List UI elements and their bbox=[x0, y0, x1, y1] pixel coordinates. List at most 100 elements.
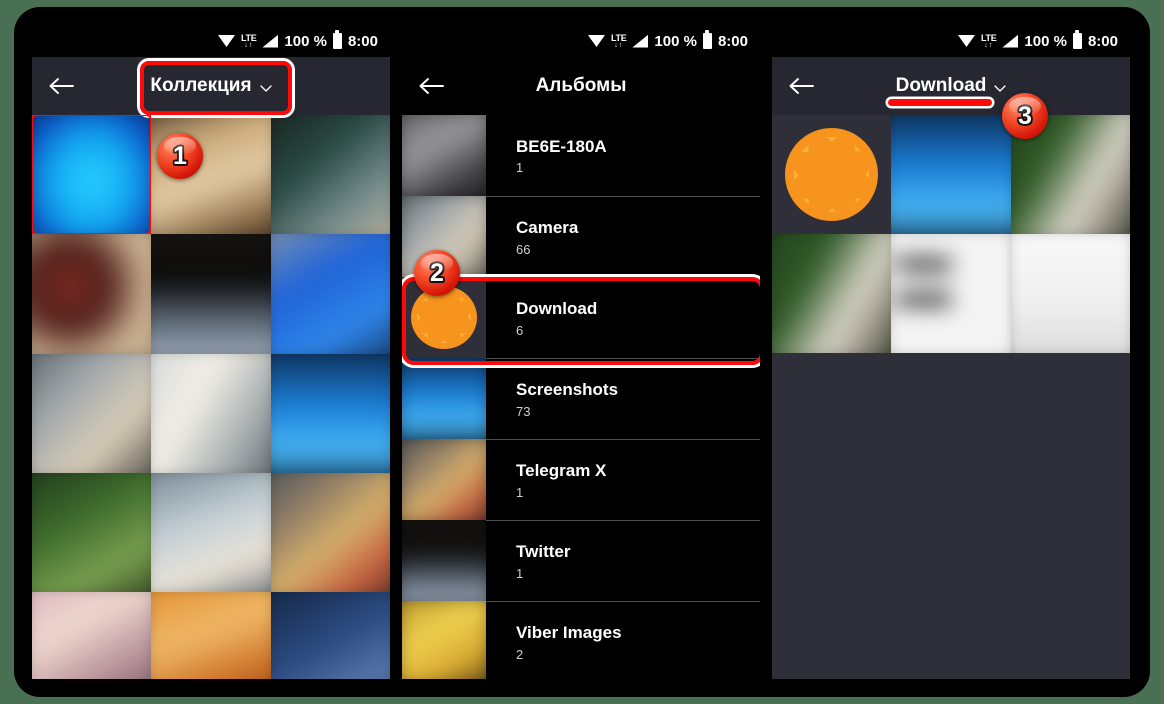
album-info: Telegram X 1 bbox=[486, 439, 760, 520]
album-name: Twitter bbox=[516, 542, 571, 562]
albums-title: Альбомы bbox=[460, 75, 760, 97]
album-name: Telegram X bbox=[516, 461, 607, 481]
photo-thumbnail[interactable] bbox=[270, 353, 390, 474]
photo-thumbnail[interactable] bbox=[32, 353, 152, 474]
photo-thumbnail[interactable] bbox=[151, 473, 271, 593]
title-underline-annotation bbox=[888, 99, 992, 106]
lte-icon: LTE ↓↑ bbox=[241, 33, 257, 49]
album-thumbnail bbox=[402, 115, 486, 196]
album-count: 1 bbox=[516, 160, 524, 176]
battery-percent: 100 % bbox=[1024, 32, 1067, 50]
photo-thumbnail[interactable] bbox=[32, 234, 152, 354]
empty-area bbox=[772, 353, 1130, 679]
album-count: 66 bbox=[516, 241, 531, 257]
album-list: BE6E-180A 1 Camera 66 Download 6 Screens… bbox=[402, 115, 760, 679]
wifi-icon bbox=[957, 35, 975, 47]
photo-thumbnail[interactable] bbox=[270, 234, 390, 354]
status-bar: LTE ↓↑ 100 % 8:00 bbox=[32, 25, 390, 57]
photo-thumbnail[interactable] bbox=[151, 592, 271, 679]
download-title-button[interactable]: Download bbox=[830, 75, 1130, 97]
album-info: Download 6 bbox=[486, 277, 760, 358]
album-name: Camera bbox=[516, 218, 579, 238]
back-arrow-icon bbox=[49, 78, 74, 94]
photo-thumbnail[interactable] bbox=[891, 115, 1011, 235]
photo-thumbnail[interactable] bbox=[151, 234, 271, 354]
album-info: Twitter 1 bbox=[486, 520, 760, 601]
panel-collection: LTE ↓↑ 100 % 8:00 Коллекция 1 bbox=[32, 25, 390, 679]
signal-icon bbox=[1002, 34, 1019, 48]
album-thumbnail bbox=[402, 520, 486, 601]
lte-icon: LTE ↓↑ bbox=[981, 33, 997, 49]
photo-thumbnail[interactable] bbox=[270, 592, 390, 679]
battery-icon bbox=[1072, 30, 1082, 49]
photo-thumbnail[interactable] bbox=[270, 473, 390, 593]
album-count: 1 bbox=[516, 565, 524, 581]
album-count: 2 bbox=[516, 646, 524, 662]
back-button[interactable] bbox=[402, 57, 460, 115]
panel-download: LTE ↓↑ 100 % 8:00 Download 3 bbox=[772, 25, 1130, 679]
appbar-download: Download bbox=[772, 57, 1130, 115]
album-count: 1 bbox=[516, 484, 524, 500]
lte-arrows: ↓↑ bbox=[614, 41, 624, 49]
back-arrow-icon bbox=[419, 78, 444, 94]
lte-arrows: ↓↑ bbox=[984, 41, 994, 49]
album-info: Camera 66 bbox=[486, 196, 760, 277]
signal-icon bbox=[262, 34, 279, 48]
screenshot-panels: LTE ↓↑ 100 % 8:00 Коллекция 1 LTE ↓↑ 100… bbox=[32, 25, 1132, 679]
photo-image bbox=[32, 115, 152, 235]
album-name: BE6E-180A bbox=[516, 136, 607, 156]
album-thumbnail bbox=[402, 358, 486, 439]
step-badge-3: 3 bbox=[1002, 93, 1048, 139]
photo-thumbnail[interactable] bbox=[270, 115, 390, 235]
lte-icon: LTE ↓↑ bbox=[611, 33, 627, 49]
signal-icon bbox=[632, 34, 649, 48]
status-bar: LTE ↓↑ 100 % 8:00 bbox=[772, 25, 1130, 57]
album-row-twitter[interactable]: Twitter 1 bbox=[402, 520, 760, 601]
wifi-icon bbox=[587, 35, 605, 47]
album-row-telegram-x[interactable]: Telegram X 1 bbox=[402, 439, 760, 520]
collection-title-button[interactable]: Коллекция bbox=[90, 75, 390, 97]
album-info: Screenshots 73 bbox=[486, 358, 760, 439]
album-thumbnail bbox=[402, 601, 486, 679]
appbar-albums: Альбомы bbox=[402, 57, 760, 115]
battery-percent: 100 % bbox=[284, 32, 327, 50]
status-bar: LTE ↓↑ 100 % 8:00 bbox=[402, 25, 760, 57]
album-row-be6e-180a[interactable]: BE6E-180A 1 bbox=[402, 115, 760, 196]
photo-grid-collection bbox=[32, 115, 390, 679]
lte-arrows: ↓↑ bbox=[244, 41, 254, 49]
album-row-viber-images[interactable]: Viber Images 2 bbox=[402, 601, 760, 679]
album-name: Viber Images bbox=[516, 623, 622, 643]
photo-thumbnail-selected[interactable] bbox=[32, 115, 152, 235]
step-badge-1: 1 bbox=[157, 133, 203, 179]
back-arrow-icon bbox=[789, 78, 814, 94]
battery-icon bbox=[332, 30, 342, 49]
back-button[interactable] bbox=[772, 57, 830, 115]
photo-thumbnail[interactable] bbox=[891, 234, 1011, 354]
wifi-icon bbox=[217, 35, 235, 47]
photo-thumbnail[interactable] bbox=[151, 353, 271, 474]
battery-icon bbox=[702, 30, 712, 49]
chevron-down-icon bbox=[259, 84, 272, 92]
status-clock: 8:00 bbox=[1087, 32, 1118, 50]
battery-percent: 100 % bbox=[654, 32, 697, 50]
album-row-download[interactable]: Download 6 bbox=[402, 277, 760, 365]
photo-thumbnail[interactable] bbox=[32, 592, 152, 679]
album-row-screenshots[interactable]: Screenshots 73 bbox=[402, 358, 760, 439]
device-frame: LTE ↓↑ 100 % 8:00 Коллекция 1 LTE ↓↑ 100… bbox=[14, 7, 1150, 697]
page-title: Коллекция bbox=[150, 75, 252, 96]
album-name: Screenshots bbox=[516, 380, 619, 400]
album-count: 6 bbox=[516, 322, 524, 338]
status-clock: 8:00 bbox=[717, 32, 748, 50]
step-badge-2: 2 bbox=[414, 250, 460, 296]
page-title: Download bbox=[895, 75, 987, 96]
photo-thumbnail[interactable] bbox=[772, 234, 892, 354]
status-clock: 8:00 bbox=[347, 32, 378, 50]
photo-thumbnail-orange[interactable] bbox=[772, 115, 892, 235]
photo-thumbnail[interactable] bbox=[1010, 234, 1130, 354]
photo-thumbnail[interactable] bbox=[32, 473, 152, 593]
album-name: Download bbox=[516, 299, 598, 319]
back-button[interactable] bbox=[32, 57, 90, 115]
chevron-down-icon bbox=[994, 84, 1007, 92]
appbar-collection: Коллекция bbox=[32, 57, 390, 115]
album-info: Viber Images 2 bbox=[486, 601, 760, 679]
